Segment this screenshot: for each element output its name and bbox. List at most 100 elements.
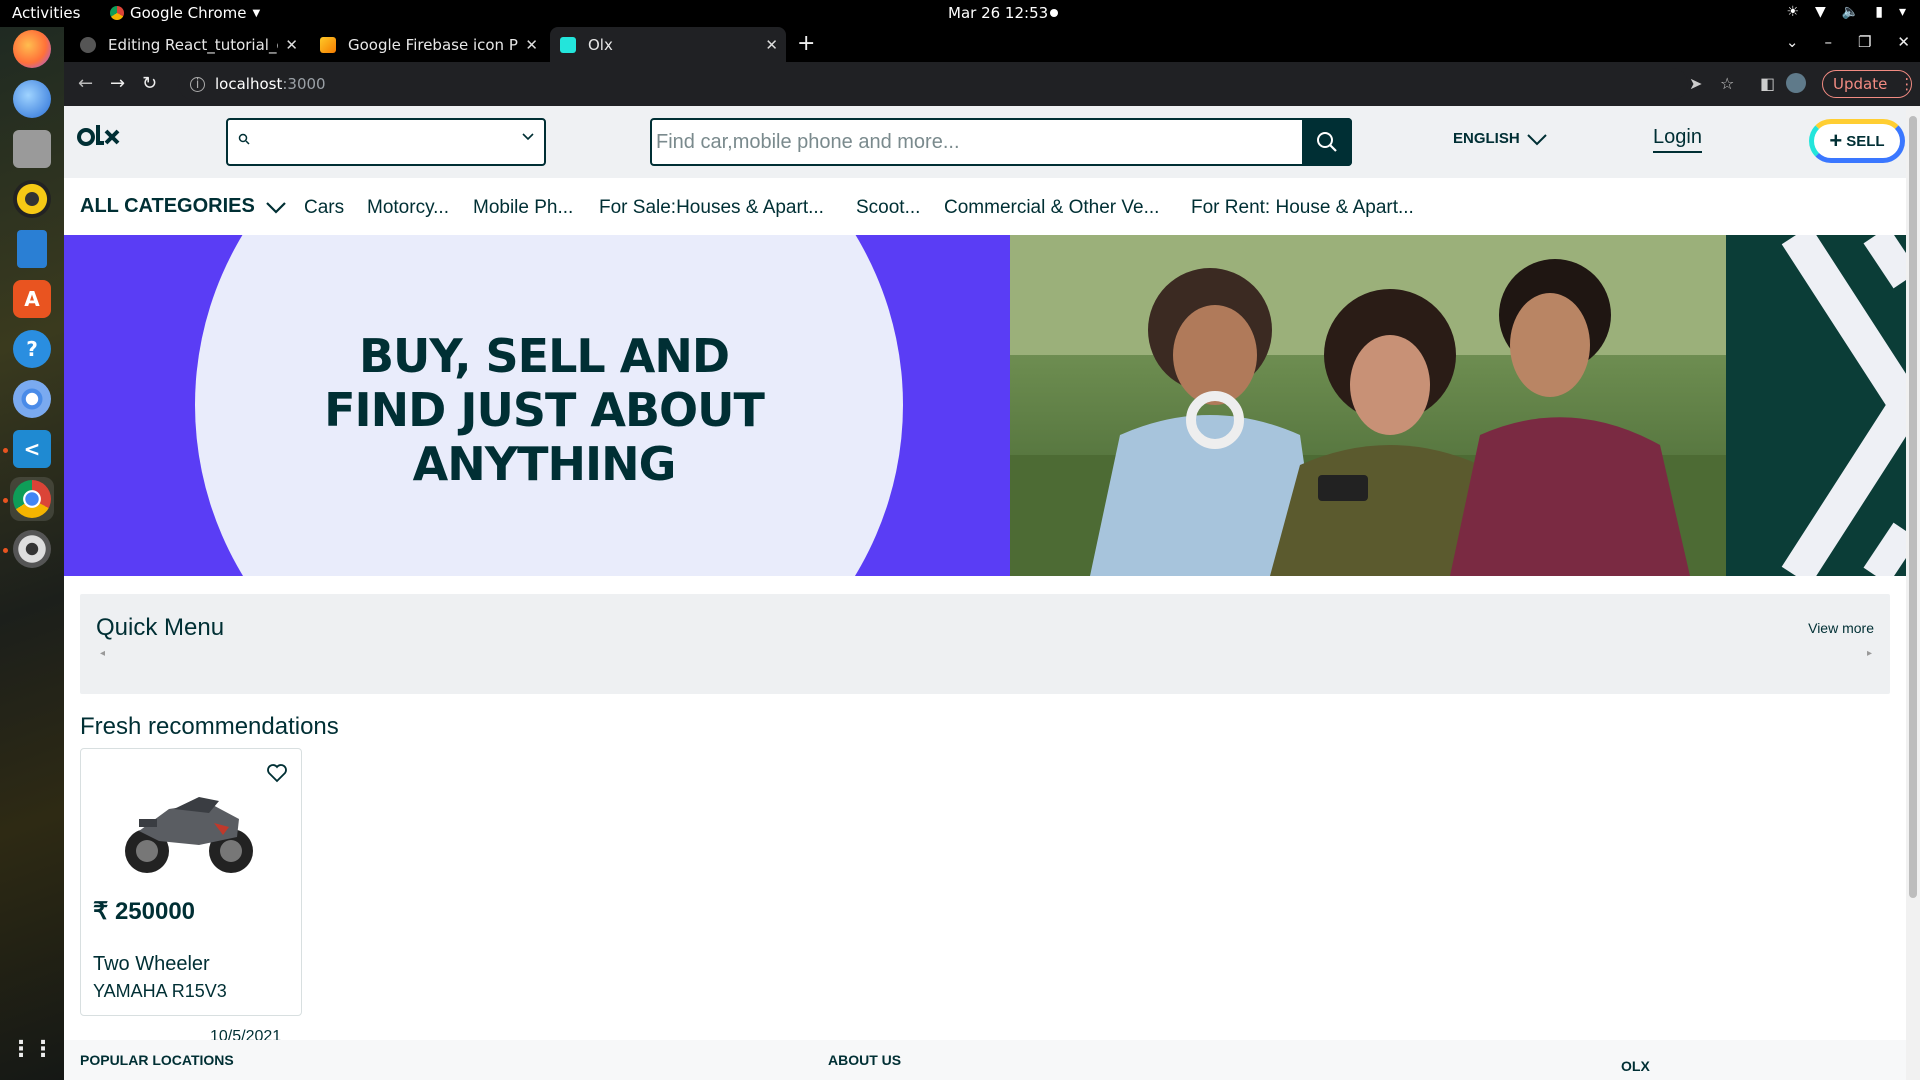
dock-chrome[interactable] — [10, 477, 54, 521]
browser-window: Editing React_tutorial_olx ✕ Google Fire… — [64, 27, 1920, 1080]
more-vert-icon: ⋮ — [1899, 75, 1915, 93]
apps-grid-icon: ⋮⋮ — [10, 1036, 54, 1062]
thunderbird-icon — [13, 80, 51, 118]
dock-help[interactable]: ? — [10, 327, 54, 371]
dock-writer[interactable] — [10, 227, 54, 271]
search-input[interactable] — [656, 124, 1296, 160]
quick-menu-title: Quick Menu — [96, 614, 225, 641]
close-icon[interactable]: ✕ — [525, 36, 538, 54]
favorite-heart-icon[interactable] — [265, 761, 289, 785]
sell-button[interactable]: + SELL — [1809, 119, 1905, 163]
files-icon — [13, 130, 51, 168]
dock-vscode[interactable]: < — [10, 427, 54, 471]
footer-about-us: ABOUT US — [828, 1052, 902, 1068]
vscode-icon: < — [13, 430, 51, 468]
dock-show-apps[interactable]: ⋮⋮ — [10, 1027, 54, 1071]
dock-rhythmbox[interactable] — [10, 177, 54, 221]
app-menu[interactable]: Google Chrome ▼ — [110, 4, 260, 22]
dock: A ? < ⋮⋮ — [0, 27, 64, 1080]
clock[interactable]: Mar 26 12:53 — [948, 4, 1048, 22]
search-button[interactable] — [1302, 118, 1352, 166]
category-link-motorcycles[interactable]: Motorcy... — [367, 197, 449, 219]
category-link-commercial-vehicles[interactable]: Commercial & Other Ve... — [944, 197, 1159, 219]
reload-icon[interactable]: ↻ — [142, 73, 157, 94]
activities-button[interactable]: Activities — [12, 4, 80, 22]
product-name: YAMAHA R15V3 — [93, 981, 227, 1001]
update-button[interactable]: Update ⋮ — [1822, 70, 1915, 98]
running-indicator — [3, 498, 8, 503]
language-select[interactable]: ENGLISH — [1453, 130, 1548, 147]
address-bar[interactable]: i localhost:3000 — [178, 68, 1688, 100]
tab-title: Editing React_tutorial_olx — [108, 35, 278, 54]
new-tab-button[interactable]: + — [797, 31, 815, 56]
info-icon[interactable]: i — [190, 76, 205, 92]
dock-chromium[interactable] — [10, 377, 54, 421]
footer-popular-locations: POPULAR LOCATIONS — [80, 1052, 234, 1068]
login-link[interactable]: Login — [1653, 126, 1702, 153]
minimize-icon[interactable]: – — [1824, 33, 1832, 51]
wifi-icon: ▼ — [1815, 4, 1826, 20]
rhythmbox-icon — [13, 180, 51, 218]
footer-olx: OLX — [1621, 1058, 1650, 1074]
notification-dot — [1050, 9, 1058, 17]
close-window-icon[interactable]: ✕ — [1897, 33, 1910, 51]
product-price: ₹ 250000 — [93, 898, 196, 925]
hero-banner[interactable]: BUY, SELL AND FIND JUST ABOUT ANYTHING — [64, 235, 1906, 576]
tab-olx[interactable]: Olx ✕ — [550, 27, 786, 62]
bookmark-star-icon[interactable]: ☆ — [1720, 74, 1734, 93]
running-indicator — [3, 548, 8, 553]
search-icon — [238, 133, 250, 149]
banner-line: FIND JUST ABOUT — [324, 383, 765, 437]
product-card[interactable]: ₹ 250000 Two Wheeler YAMAHA R15V3 — [80, 748, 302, 1016]
category-link-mobile-phones[interactable]: Mobile Ph... — [473, 197, 573, 219]
category-link-for-sale-houses[interactable]: For Sale:Houses & Apart... — [599, 197, 824, 219]
send-icon[interactable]: ➤ — [1689, 74, 1702, 93]
quick-menu: Quick Menu View more ◂ ▸ — [80, 594, 1890, 694]
tab-strip: Editing React_tutorial_olx ✕ Google Fire… — [64, 27, 1920, 62]
scroll-left-icon[interactable]: ◂ — [100, 648, 105, 659]
maximize-icon[interactable]: ❐ — [1858, 33, 1871, 51]
page-scrollbar[interactable] — [1906, 106, 1920, 1080]
olx-logo[interactable] — [77, 122, 121, 159]
all-categories-dropdown[interactable]: ALL CATEGORIES — [80, 195, 287, 218]
search-box — [650, 118, 1352, 166]
tab-title: Google Firebase icon PNG — [348, 35, 518, 54]
brightness-icon: ☀ — [1786, 4, 1800, 20]
help-icon: ? — [13, 330, 51, 368]
page-viewport[interactable]: ENGLISH Login + SELL ALL CATEGORIES Cars… — [64, 106, 1920, 1080]
side-panel-icon[interactable]: ◧ — [1760, 74, 1775, 93]
category-link-scooters[interactable]: Scoot... — [856, 197, 920, 219]
dock-settings[interactable] — [10, 527, 54, 571]
profile-avatar-icon[interactable] — [1786, 73, 1806, 93]
scrollbar-thumb[interactable] — [1909, 116, 1917, 898]
tab-search-icon[interactable]: ⌄ — [1786, 33, 1799, 51]
system-top-bar: Activities Google Chrome ▼ Mar 26 12:53 … — [0, 0, 1920, 27]
forward-icon[interactable]: → — [110, 73, 125, 94]
back-icon[interactable]: ← — [78, 73, 93, 94]
people-photo-illustration — [1010, 235, 1726, 576]
system-tray[interactable]: ☀ ▼ 🔈 ▮ ▾ — [1786, 4, 1906, 20]
tab-github[interactable]: Editing React_tutorial_olx ✕ — [70, 27, 306, 62]
view-more-link[interactable]: View more — [1808, 620, 1874, 636]
dock-software[interactable]: A — [10, 277, 54, 321]
chevron-down-icon — [520, 128, 536, 144]
banner-headline: BUY, SELL AND FIND JUST ABOUT ANYTHING — [254, 329, 834, 491]
close-icon[interactable]: ✕ — [285, 36, 298, 54]
motorcycle-image — [125, 797, 253, 873]
category-link-cars[interactable]: Cars — [304, 197, 344, 219]
banner-line: ANYTHING — [412, 437, 677, 491]
volume-icon: 🔈 — [1841, 4, 1860, 20]
dock-files[interactable] — [10, 127, 54, 171]
footer: POPULAR LOCATIONS ABOUT US OLX — [64, 1040, 1906, 1080]
dock-firefox[interactable] — [10, 27, 54, 71]
location-select[interactable] — [226, 118, 546, 166]
banner-decoration — [1726, 235, 1906, 576]
scroll-right-icon[interactable]: ▸ — [1867, 648, 1872, 659]
github-icon — [80, 36, 96, 53]
chrome-small-icon — [110, 6, 124, 20]
chevron-down-icon — [266, 201, 286, 214]
dock-thunderbird[interactable] — [10, 77, 54, 121]
category-link-for-rent-houses[interactable]: For Rent: House & Apart... — [1191, 197, 1414, 219]
tab-firebase[interactable]: Google Firebase icon PNG ✕ — [310, 27, 546, 62]
close-icon[interactable]: ✕ — [765, 36, 778, 54]
